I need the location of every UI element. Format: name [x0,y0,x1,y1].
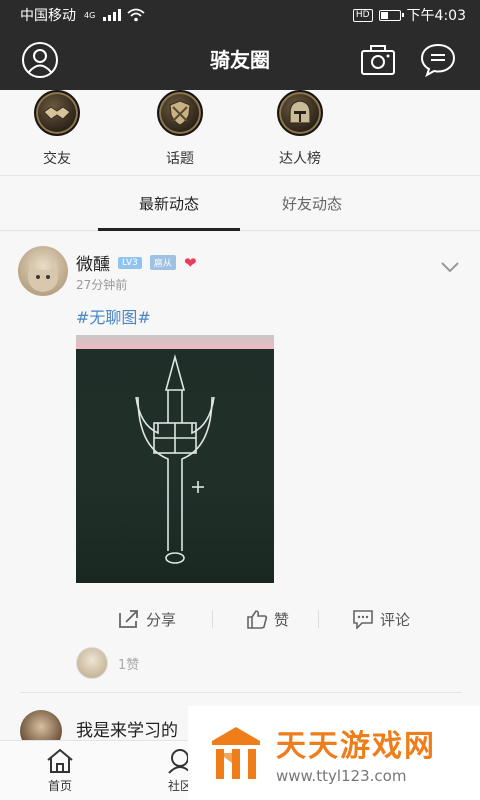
nav-label: 首页 [47,779,72,793]
tab-friends[interactable]: 好友动态 [248,177,376,231]
shield-icon [157,90,203,136]
category-friends[interactable]: 交友 [2,90,112,176]
feed-tabs: 最新动态 好友动态 [0,177,480,231]
post-actions: 分享 赞 评论 [0,602,480,636]
post-image[interactable] [76,335,274,583]
status-bar: 中国移动 4G HD 下午4:03 [0,0,480,30]
helmet-icon [277,90,323,136]
role-badge: 扈从 [149,255,176,270]
watermark: 天天游戏网 www.ttyl123.com [188,706,480,800]
post-text: 我是来学习的 [76,721,178,741]
battery-icon [378,9,404,21]
post-menu-button[interactable] [440,258,470,278]
category-label: 达人榜 [279,151,321,167]
app-header: 骑友圈 [0,30,480,90]
carrier-label: 中国移动 [20,8,76,24]
tab-latest[interactable]: 最新动态 [98,177,240,231]
thumbs-up-icon [247,610,268,629]
wifi-icon [127,8,145,22]
home-icon [47,748,73,773]
nav-home[interactable]: 首页 [30,745,90,794]
heart-icon: ❤ [183,253,197,272]
page-title: 骑友圈 [210,48,270,72]
comment-button[interactable]: 评论 [352,602,410,636]
camera-icon [361,45,395,75]
chevron-down-icon [441,262,459,273]
share-button[interactable]: 分享 [118,602,176,636]
clock: 下午4:03 [406,8,466,24]
signal-icon [103,9,122,21]
category-bar: 交友 话题 达人榜 [0,90,480,176]
comment-icon [353,610,373,629]
camera-button[interactable] [358,40,398,80]
category-label: 交友 [43,151,71,167]
username[interactable]: 微醺 [76,250,110,275]
message-icon [420,43,456,78]
category-topics[interactable]: 话题 [125,90,235,176]
handshake-icon [34,90,80,136]
level-badge: LV3 [118,256,142,269]
post-author: 微醺 LV3 扈从 ❤ [76,250,197,276]
like-count: 1赞 [118,657,140,673]
comment-label: 评论 [380,610,411,629]
messages-button[interactable] [418,40,458,80]
category-label: 话题 [166,151,194,167]
category-leaderboard[interactable]: 达人榜 [245,90,355,176]
post-time: 27分钟前 [76,278,128,292]
share-icon [119,610,138,628]
share-label: 分享 [146,610,177,629]
site-logo-icon [212,727,260,779]
avatar[interactable] [18,246,68,296]
like-label: 赞 [274,610,290,629]
hd-badge: HD [352,8,373,22]
like-button[interactable]: 赞 [246,602,289,636]
watermark-url: www.ttyl123.com [276,767,407,785]
avatar[interactable] [76,647,108,679]
post-topic[interactable]: #无聊图# [76,304,151,328]
divider [20,692,462,693]
network-type: 4G [84,10,96,20]
trident-drawing [135,353,215,564]
watermark-title: 天天游戏网 [276,729,436,764]
likers-row: 1赞 [76,647,139,679]
